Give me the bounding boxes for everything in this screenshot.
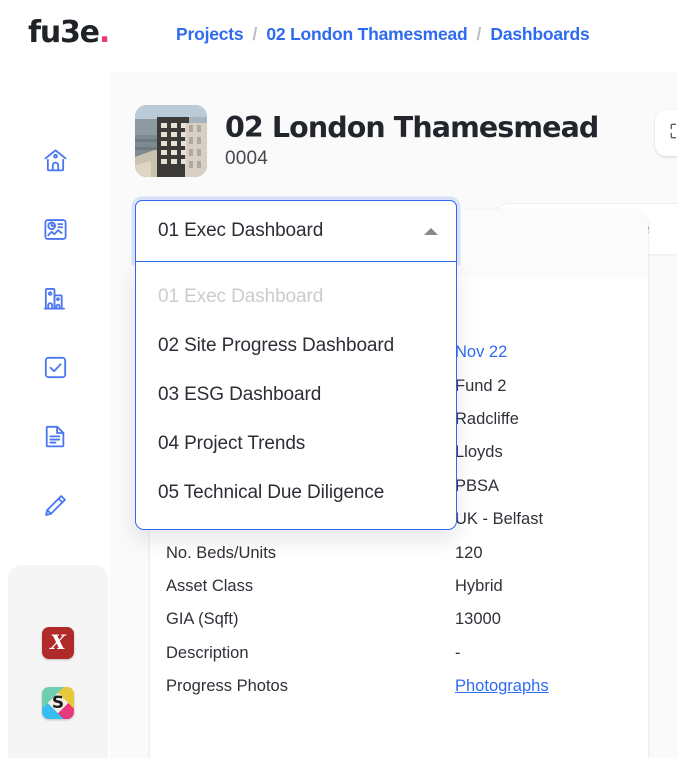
breadcrumb-item-project[interactable]: 02 London Thamesmead	[266, 24, 467, 45]
expand-icon	[668, 121, 677, 146]
sidebar-nav	[0, 140, 110, 525]
row-label: Asset Class	[166, 576, 254, 595]
sidebar-item-tasks[interactable]	[35, 347, 75, 387]
row-value: UK - Belfast	[455, 510, 544, 529]
pencil-icon	[42, 492, 69, 519]
row-value: Hybrid	[455, 576, 503, 595]
row-value[interactable]: Nov 22	[455, 343, 507, 362]
xactimate-app-icon[interactable]: X	[42, 627, 74, 659]
sidebar: X S	[0, 72, 110, 758]
row-value: Lloyds	[455, 443, 503, 462]
brand-logo-dot: .	[98, 15, 110, 50]
brand-logo[interactable]: fu3e.	[28, 15, 110, 50]
buildings-icon	[42, 285, 69, 312]
page-title: 02 London Thamesmead	[225, 111, 599, 145]
row-value: 13000	[455, 610, 501, 629]
chevron-up-icon	[424, 227, 438, 235]
dashboard-option-03[interactable]: 03 ESG Dashboard	[136, 370, 456, 419]
dashboard-option-01[interactable]: 01 Exec Dashboard	[136, 272, 456, 321]
xactimate-app-label: X	[50, 630, 66, 654]
row-label: No. Beds/Units	[166, 543, 277, 562]
sidebar-apps-panel: X S	[8, 565, 108, 758]
brand-logo-text: fu3e	[28, 15, 100, 50]
row-value: PBSA	[455, 476, 500, 495]
table-row-beds-units: No. Beds/Units 120	[150, 536, 648, 569]
row-value: -	[455, 643, 461, 662]
dashboard-option-04[interactable]: 04 Project Trends	[136, 419, 456, 468]
smartsheet-app-label: S	[51, 692, 65, 713]
dashboard-select-menu: 01 Exec Dashboard 02 Site Progress Dashb…	[135, 262, 457, 530]
table-row-description: Description -	[150, 637, 648, 670]
row-value: Radcliffe	[455, 409, 519, 428]
breadcrumb-separator: /	[252, 24, 258, 44]
breadcrumb-separator: /	[476, 24, 482, 44]
project-thumbnail[interactable]	[135, 105, 207, 177]
dashboard-option-02[interactable]: 02 Site Progress Dashboard	[136, 321, 456, 370]
dashboard-option-05[interactable]: 05 Technical Due Diligence	[136, 468, 456, 517]
sidebar-item-projects[interactable]	[35, 278, 75, 318]
document-icon	[42, 423, 69, 450]
expand-button[interactable]	[655, 110, 677, 156]
sidebar-item-edit[interactable]	[35, 485, 75, 525]
sidebar-item-documents[interactable]	[35, 416, 75, 456]
sidebar-item-home[interactable]	[35, 140, 75, 180]
home-icon	[42, 147, 69, 174]
row-label: GIA (Sqft)	[166, 610, 239, 629]
row-value: 120	[455, 543, 483, 562]
dashboard-select-trigger[interactable]: 01 Exec Dashboard	[135, 200, 457, 262]
sidebar-item-dashboards[interactable]	[35, 209, 75, 249]
dashboard-select-value: 01 Exec Dashboard	[158, 220, 324, 241]
dashboard-select: 01 Exec Dashboard 01 Exec Dashboard 02 S…	[135, 200, 457, 530]
sidebar-apps: X S	[8, 627, 108, 719]
row-value: Fund 2	[455, 376, 507, 395]
table-row-progress-photos: Progress Photos Photographs	[150, 670, 648, 703]
breadcrumb-item-dashboards[interactable]: Dashboards	[490, 24, 589, 45]
table-row-asset-class: Asset Class Hybrid	[150, 570, 648, 603]
checkbox-icon	[42, 354, 69, 381]
breadcrumb-item-projects[interactable]: Projects	[176, 24, 244, 45]
app-root: fu3e. Projects / 02 London Thamesmead / …	[0, 0, 677, 758]
project-header: 02 London Thamesmead 0004	[135, 105, 599, 177]
project-header-text: 02 London Thamesmead 0004	[225, 111, 599, 169]
top-bar: fu3e. Projects / 02 London Thamesmead / …	[0, 0, 677, 72]
analytics-icon	[42, 216, 69, 243]
main-content: 02 London Thamesmead 0004 Nov 22 Fund 2 …	[110, 72, 677, 758]
breadcrumb: Projects / 02 London Thamesmead / Dashbo…	[176, 24, 590, 45]
smartsheet-app-icon[interactable]: S	[42, 687, 74, 719]
row-label: Progress Photos	[166, 677, 288, 696]
row-label: Description	[166, 643, 249, 662]
photographs-link[interactable]: Photographs	[455, 677, 549, 696]
project-code: 0004	[225, 147, 269, 169]
table-row-gia: GIA (Sqft) 13000	[150, 603, 648, 636]
